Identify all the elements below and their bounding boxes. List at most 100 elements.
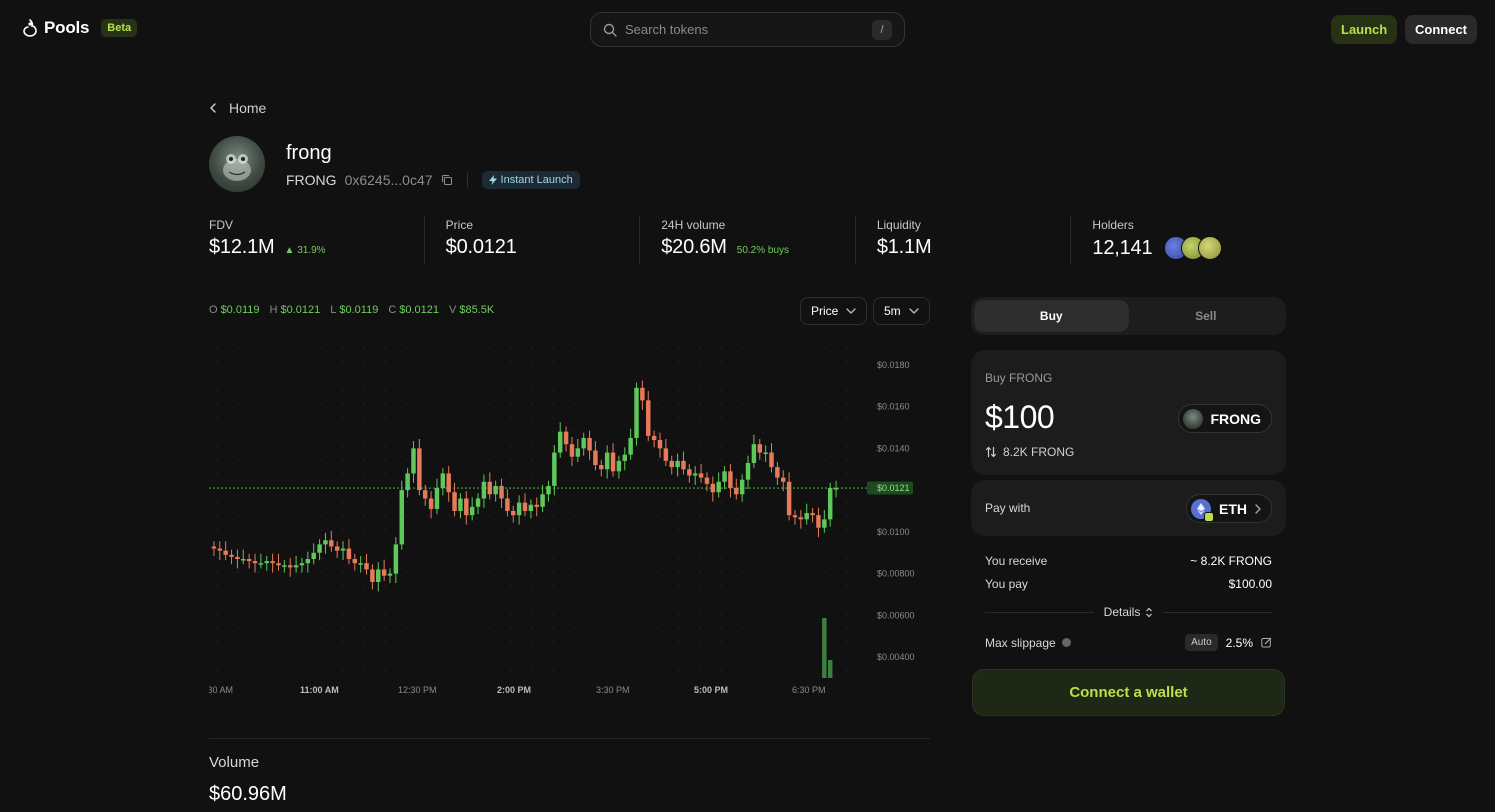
candle-body	[534, 504, 539, 507]
candle-body	[393, 544, 399, 574]
edit-icon[interactable]	[1261, 637, 1272, 648]
grid-dot	[489, 431, 491, 433]
y-tick-label: $0.00600	[877, 610, 915, 620]
grid-dot	[531, 599, 533, 601]
grid-dot	[321, 599, 323, 601]
price-chart[interactable]: $0.0180$0.0160$0.0140$0.0120$0.0100$0.00…	[209, 336, 930, 701]
grid-dot	[468, 655, 470, 657]
breadcrumb-home-link[interactable]: Home	[229, 100, 266, 116]
grid-dot	[783, 599, 785, 601]
details-label[interactable]: Details	[1104, 605, 1154, 619]
grid-dot	[762, 417, 764, 419]
grid-dot	[237, 515, 239, 517]
grid-dot	[342, 473, 344, 475]
grid-dot	[468, 641, 470, 643]
grid-dot	[804, 389, 806, 391]
chevron-left-icon	[210, 103, 216, 113]
info-icon[interactable]	[1061, 638, 1071, 647]
breadcrumb[interactable]: Home	[209, 100, 266, 116]
grid-dot	[804, 585, 806, 587]
grid-dot	[216, 361, 218, 363]
candle-body	[657, 440, 663, 449]
volume-bar	[822, 618, 827, 678]
grid-dot	[783, 529, 785, 531]
token-selector[interactable]: FRONG	[1178, 404, 1272, 433]
grid-dot	[594, 599, 596, 601]
holder-avatars[interactable]	[1164, 236, 1223, 260]
grid-dot	[594, 627, 596, 629]
grid-dot	[636, 613, 638, 615]
pay-token-selector[interactable]: ETH	[1186, 494, 1272, 523]
conversion-toggle[interactable]: 8.2K FRONG	[985, 445, 1074, 459]
grid-dot	[258, 599, 260, 601]
grid-dot	[447, 529, 449, 531]
copy-icon[interactable]	[441, 174, 453, 186]
grid-dot	[342, 375, 344, 377]
grid-dot	[741, 627, 743, 629]
candle-body	[786, 481, 792, 516]
grid-dot	[405, 515, 407, 517]
grid-dot	[594, 557, 596, 559]
grid-dot	[825, 571, 827, 573]
grid-dot	[279, 459, 281, 461]
grid-dot	[426, 403, 428, 405]
grid-dot	[804, 417, 806, 419]
interval-select[interactable]: 5m	[873, 297, 930, 325]
candle-body	[493, 485, 498, 495]
candle-body	[211, 546, 217, 549]
grid-dot	[699, 487, 701, 489]
grid-dot	[321, 417, 323, 419]
chart-type-select[interactable]: Price	[800, 297, 868, 325]
grid-dot	[489, 557, 491, 559]
grid-dot	[846, 473, 848, 475]
buy-sell-toggle[interactable]: Buy Sell	[971, 297, 1286, 335]
candle-body	[446, 473, 451, 493]
grid-dot	[426, 361, 428, 363]
amount-input[interactable]: $100	[985, 399, 1055, 436]
candle-body	[775, 467, 780, 478]
grid-dot	[636, 473, 638, 475]
connect-button[interactable]: Connect	[1405, 15, 1477, 44]
grid-dot	[258, 361, 260, 363]
grid-dot	[216, 655, 218, 657]
y-tick-label: $0.0160	[877, 402, 910, 412]
tab-buy[interactable]: Buy	[974, 300, 1129, 332]
divider	[466, 173, 468, 187]
launch-button[interactable]: Launch	[1331, 15, 1398, 44]
candle-body	[223, 550, 228, 555]
grid-dot	[699, 361, 701, 363]
grid-dot	[615, 417, 617, 419]
grid-dot	[573, 627, 575, 629]
candle-body	[358, 563, 363, 565]
token-selector-label: FRONG	[1210, 410, 1261, 427]
search-input[interactable]	[625, 22, 864, 37]
grid-dot	[384, 403, 386, 405]
grid-dot	[489, 375, 491, 377]
grid-dot	[594, 641, 596, 643]
grid-dot	[258, 417, 260, 419]
details-toggle[interactable]: Details	[985, 604, 1272, 620]
grid-dot	[531, 459, 533, 461]
grid-dot	[384, 557, 386, 559]
pay-token-label: ETH	[1219, 500, 1247, 517]
grid-dot	[363, 599, 365, 601]
grid-dot	[300, 347, 302, 349]
grid-dot	[615, 515, 617, 517]
grid-dot	[573, 669, 575, 671]
search-bar[interactable]: /	[590, 12, 905, 47]
grid-dot	[342, 403, 344, 405]
candle-body	[381, 569, 387, 576]
pay-row: You pay $100.00	[985, 577, 1272, 591]
grid-dot	[300, 627, 302, 629]
candle-body	[317, 544, 322, 553]
grid-dot	[552, 669, 554, 671]
grid-dot	[657, 403, 659, 405]
candle-body	[481, 481, 487, 499]
grid-dot	[468, 669, 470, 671]
logo[interactable]: Pools Beta	[22, 18, 138, 38]
grid-dot	[363, 529, 365, 531]
grid-dot	[720, 613, 722, 615]
tab-sell[interactable]: Sell	[1129, 300, 1284, 332]
connect-wallet-button[interactable]: Connect a wallet	[972, 669, 1285, 716]
grid-dot	[825, 347, 827, 349]
